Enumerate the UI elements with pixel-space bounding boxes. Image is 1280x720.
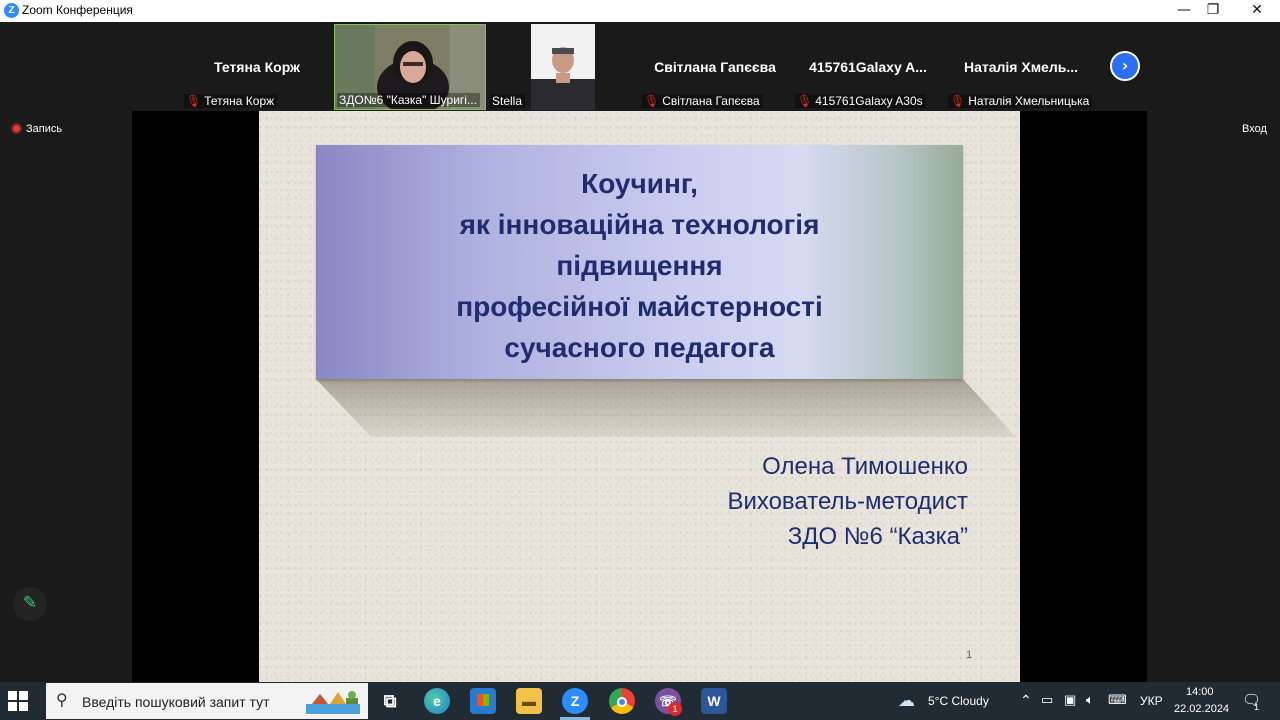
chrome-icon[interactable] [609,688,635,714]
participant-label: 🎙︎ 415761Galaxy A30s [795,94,926,108]
recording-indicator[interactable]: Запись [11,123,62,135]
windows-logo-icon [8,691,17,700]
title-box-shadow [316,379,1016,437]
slide-title-line: Коучинг, [581,168,698,199]
slide-title-line: як інноваційна технологія [459,209,820,240]
participant-video-tile[interactable]: Stella [488,24,638,110]
slide-title: Коучинг, як інноваційна технологія підви… [316,163,963,368]
participant-label: 🎙︎ Світлана Гапєєва [642,94,763,108]
network-icon[interactable]: ▭ [1041,692,1053,708]
battery-icon[interactable]: ▣ [1064,692,1076,708]
participant-name: Тетяна Корж [213,59,300,75]
muted-mic-icon: 🎙︎ [950,94,966,108]
author-role: Вихователь-методист [727,488,968,515]
cloud-icon: ☁ [898,691,915,710]
close-button[interactable]: ✕ [1235,0,1279,22]
keyboard-icon[interactable]: ⌨ [1108,692,1127,708]
slide-title-line: підвищення [556,250,723,281]
participant-label: ЗДО№6 "Казка" Шуригі... [337,93,480,107]
participant-name: Наталія Хмель... [963,59,1079,75]
participant-label: 🎙︎ Тетяна Корж [184,94,278,108]
participant-label: 🎙︎ Наталія Хмельницька [948,94,1093,108]
presentation-slide: Коучинг, як інноваційна технологія підви… [259,111,1020,682]
window-titlebar: Z Zoom Конференция — ❐ ✕ [0,0,1280,22]
notification-badge: 1 [668,702,682,716]
participant-video-tile[interactable]: ЗДО№6 "Казка" Шуригі... [334,24,486,110]
system-tray: ☁ 5°C Cloudy ⌃ ▭ ▣ 🔈︎ ⌨ УКР 14:00 22.02.… [898,682,1280,720]
participant-name: 415761Galaxy A... [809,59,927,75]
taskbar-search-box[interactable]: ⚲ Введіть пошуковий запит тут [46,683,368,719]
language-indicator[interactable]: УКР [1140,694,1163,708]
participant-tile[interactable]: Наталія Хмель... 🎙︎ Наталія Хмельницька [946,24,1096,110]
muted-mic-icon: 🎙︎ [797,94,813,108]
windows-taskbar: ⚲ Введіть пошуковий запит тут ⧉ e ▬ Z ☏ … [0,682,1280,720]
notification-count: 1 [1254,702,1260,712]
zoom-icon[interactable]: Z [562,688,588,714]
restore-button[interactable]: ❐ [1191,0,1235,22]
next-participants-button[interactable]: › [1110,51,1140,81]
record-icon [11,123,22,134]
store-icon[interactable] [470,688,496,714]
slide-title-line: сучасного педагога [504,332,775,363]
author-name: Олена Тимошенко [762,453,968,480]
participant-strip: Тетяна Корж 🎙︎ Тетяна Корж ЗДО№6 "Казка" … [0,22,1280,110]
clock-time[interactable]: 14:00 [1186,686,1214,698]
edge-icon[interactable]: e [424,688,450,714]
participant-tile[interactable]: Світлана Гапєєва 🎙︎ Світлана Гапєєва [640,24,790,110]
window-title: Zoom Конференция [22,3,133,17]
search-highlight-icon [302,686,364,716]
search-placeholder: Введіть пошуковий запит тут [82,694,270,710]
volume-icon[interactable]: 🔈︎ [1086,692,1094,708]
search-icon: ⚲ [56,690,68,709]
task-view-icon[interactable]: ⧉ [377,688,403,714]
clock-date[interactable]: 22.02.2024 [1174,703,1229,715]
author-organization: ЗДО №6 “Казка” [787,523,968,550]
chevron-up-icon[interactable]: ⌃ [1020,692,1032,709]
file-explorer-icon[interactable]: ▬ [516,688,542,714]
slide-page-number: 1 [966,649,973,661]
slide-title-line: професійної майстерності [456,291,823,322]
muted-mic-icon: 🎙︎ [644,94,660,108]
weather-text[interactable]: 5°C Cloudy [928,694,989,708]
participant-tile[interactable]: 415761Galaxy A... 🎙︎ 415761Galaxy A30s [793,24,943,110]
muted-mic-icon: 🎙︎ [186,94,202,108]
zoom-logo-icon: Z [4,3,19,18]
participant-tile[interactable]: Тетяна Корж 🎙︎ Тетяна Корж [182,24,332,110]
pencil-icon: ✎ [22,593,38,613]
participant-name: Світлана Гапєєва [654,59,776,75]
word-icon[interactable]: W [701,688,727,714]
start-button[interactable] [8,691,30,711]
annotate-pencil-button[interactable]: ✎ [13,587,47,621]
participant-label: Stella [490,94,526,108]
view-button[interactable]: Вход [1242,123,1267,135]
